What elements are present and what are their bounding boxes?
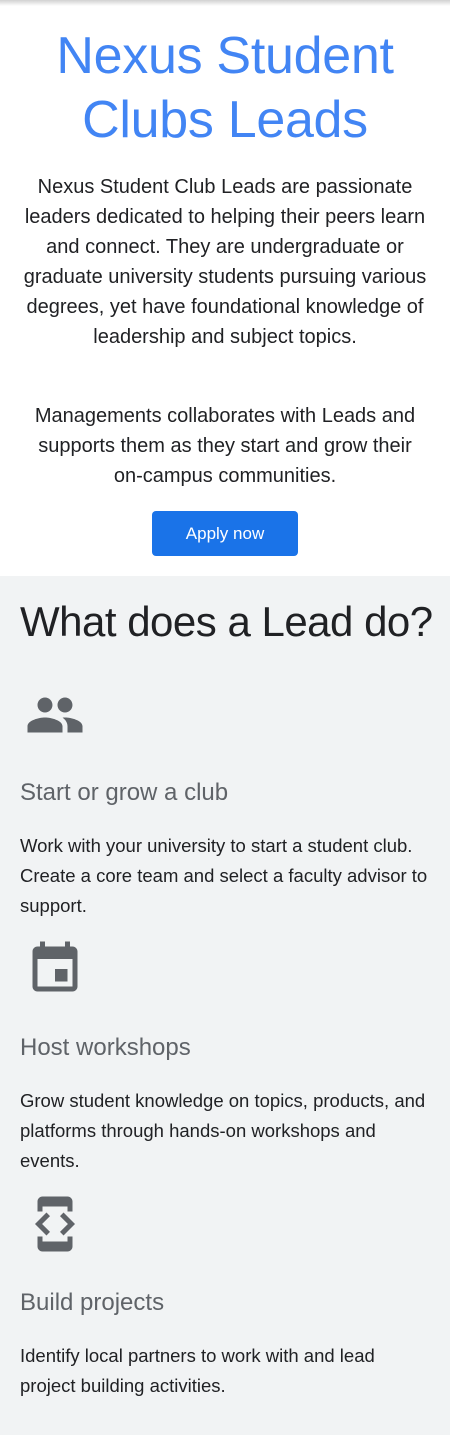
feature-title-host-workshops: Host workshops [20, 1034, 191, 1061]
feature-desc-start-club: Work with your university to start a stu… [20, 835, 428, 916]
support-paragraph: Managements collaborates with Leads and … [34, 405, 416, 487]
intro-paragraph: Nexus Student Club Leads are passionate … [23, 176, 427, 348]
apply-now-button[interactable]: Apply now [152, 511, 298, 556]
people-icon [20, 680, 90, 750]
section-heading: What does a Lead do? [20, 598, 433, 645]
page-title: Nexus Student Clubs Leads [56, 27, 394, 149]
feature-desc-build-projects: Identify local partners to work with and… [20, 1345, 375, 1396]
hero-section: Nexus Student Clubs Leads Nexus Student … [0, 0, 450, 576]
lead-duties-section: What does a Lead do? Start or grow a clu… [0, 576, 450, 1435]
header-shadow [0, 0, 450, 6]
feature-title-build-projects: Build projects [20, 1289, 165, 1316]
developer-mode-icon [20, 1189, 90, 1259]
feature-title-start-club: Start or grow a club [20, 779, 229, 806]
feature-desc-host-workshops: Grow student knowledge on topics, produc… [20, 1090, 426, 1171]
calendar-icon [20, 934, 90, 1004]
